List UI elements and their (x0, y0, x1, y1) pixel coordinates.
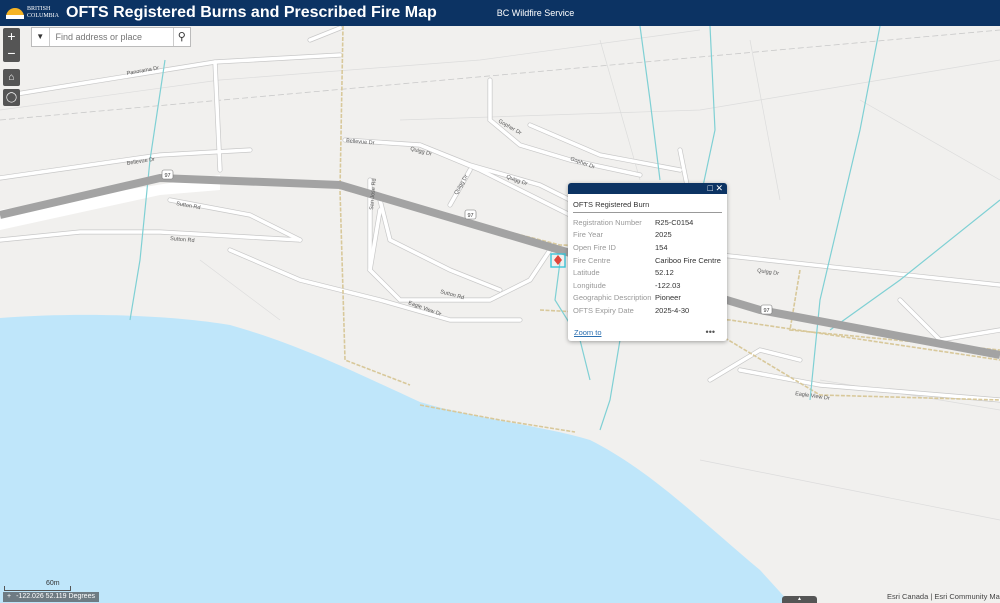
locate-icon: ◯ (5, 92, 18, 103)
zoom-in-button[interactable]: + (3, 28, 20, 45)
popup-header: □ ✕ (568, 183, 727, 194)
app-subtitle: BC Wildfire Service (496, 8, 575, 18)
attribute-row: Geographic Description Pioneer (573, 293, 681, 303)
svg-text:97: 97 (467, 213, 473, 219)
map-attribution: Esri Canada | Esri Community Maps (887, 592, 1000, 601)
scale-bar: 60m (4, 580, 71, 591)
maximize-icon[interactable]: □ (708, 183, 713, 193)
zoom-controls: + − (3, 28, 20, 62)
attribute-row: Registration Number R25-C0154 (573, 217, 694, 227)
popup-title: OFTS Registered Burn (573, 200, 722, 213)
attribute-row: OFTS Expiry Date 2025-4-30 (573, 305, 690, 315)
bc-logo: BRITISH COLUMBIA (4, 0, 62, 26)
coordinate-readout[interactable]: + -122.026 52.119 Degrees (3, 592, 99, 602)
app-header: BRITISH COLUMBIA OFTS Registered Burns an… (0, 0, 1000, 26)
app-title: OFTS Registered Burns and Prescribed Fir… (66, 4, 437, 21)
attribute-row: Fire Year 2025 (573, 230, 672, 240)
search-source-dropdown[interactable]: ▼ (32, 28, 50, 46)
home-icon: ⌂ (8, 72, 15, 83)
home-button[interactable]: ⌂ (3, 69, 20, 86)
svg-text:97: 97 (763, 308, 769, 314)
crosshair-icon[interactable]: + (7, 592, 11, 602)
coordinate-text: -122.026 52.119 Degrees (16, 593, 95, 600)
attribute-row: Open Fire ID 154 (573, 242, 668, 252)
panel-expand-handle[interactable]: ▲ (782, 596, 817, 603)
svg-text:97: 97 (164, 173, 170, 179)
search-input[interactable] (49, 28, 173, 46)
locate-button[interactable]: ◯ (3, 89, 20, 106)
search-widget: ▼ ⚲ (31, 27, 191, 47)
more-options-button[interactable]: ••• (706, 327, 715, 337)
map-view[interactable]: 97 97 97 Panorama Dr Bellevue Dr Bellevu… (0, 26, 1000, 603)
chevron-up-icon: ▲ (797, 596, 802, 602)
zoom-out-button[interactable]: − (3, 45, 20, 62)
zoom-to-link[interactable]: Zoom to (574, 328, 602, 337)
attribute-row: Fire Centre Cariboo Fire Centre (573, 255, 721, 265)
search-button[interactable]: ⚲ (172, 28, 191, 46)
popup-attributes: Registration Number R25-C0154 Fire Year 20… (572, 216, 722, 317)
feature-popup: □ ✕ OFTS Registered Burn Registration Nu… (568, 183, 727, 341)
search-icon: ⚲ (177, 31, 186, 43)
caret-down-icon: ▼ (36, 32, 45, 41)
attribute-row: Longitude -122.03 (573, 280, 681, 290)
attribute-row: Latitude 52.12 (573, 268, 674, 278)
close-icon[interactable]: ✕ (715, 183, 723, 193)
